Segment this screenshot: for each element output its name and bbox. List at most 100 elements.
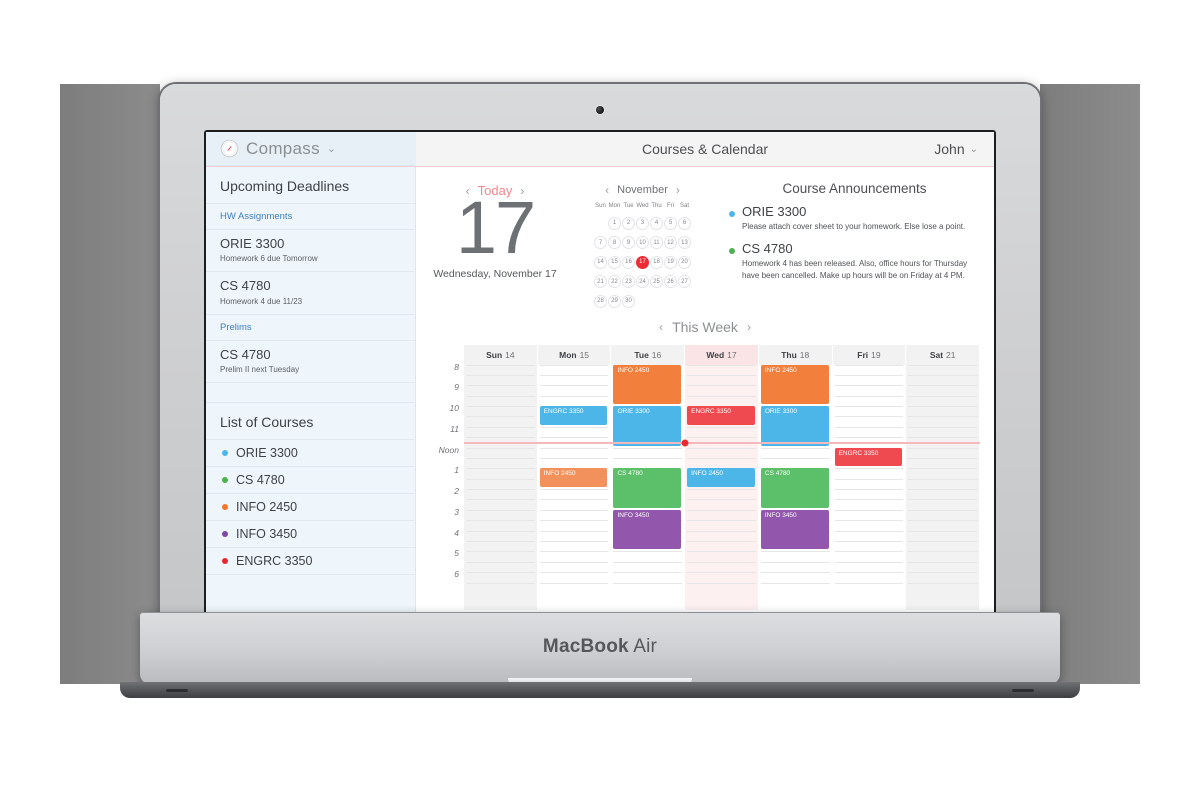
prev-week-button[interactable]: ‹ bbox=[659, 320, 663, 334]
mini-calendar-day[interactable]: 19 bbox=[664, 255, 677, 269]
day-number: 21 bbox=[946, 349, 956, 360]
prelim-item[interactable]: CS 4780 Prelim II next Tuesday bbox=[206, 341, 415, 383]
mini-calendar-day[interactable]: 30 bbox=[622, 294, 635, 308]
app-body: Upcoming Deadlines HW Assignments ORIE 3… bbox=[206, 167, 994, 620]
day-column-wed[interactable]: Wed 17 ENGRC 3350 INFO 2450 bbox=[685, 344, 758, 610]
mini-calendar-day[interactable]: 6 bbox=[678, 216, 691, 230]
mini-calendar-day[interactable]: 11 bbox=[650, 236, 663, 249]
calendar-event[interactable]: ORIE 3300 bbox=[613, 406, 682, 446]
mini-calendar-day[interactable]: 29 bbox=[608, 294, 621, 308]
calendar-event[interactable]: INFO 2450 bbox=[539, 468, 608, 488]
prelims-section-label[interactable]: Prelims bbox=[206, 315, 415, 341]
mini-calendar-day[interactable]: 18 bbox=[650, 255, 663, 269]
mini-calendar-day[interactable]: 16 bbox=[622, 255, 635, 269]
grid-hour-line bbox=[539, 437, 609, 439]
mini-calendar-day[interactable]: 25 bbox=[650, 275, 663, 288]
calendar-event[interactable]: INFO 2450 bbox=[613, 364, 682, 405]
grid-hour-line bbox=[466, 426, 535, 428]
announcement-item[interactable]: ORIE 3300 Please attach cover sheet to yo… bbox=[729, 204, 980, 233]
mini-calendar-day[interactable]: 4 bbox=[650, 216, 663, 230]
calendar-event[interactable]: INFO 2450 bbox=[760, 364, 829, 405]
day-column-sun[interactable]: Sun 14 bbox=[464, 344, 537, 610]
day-column-tue[interactable]: Tue 16 INFO 2450 ORIE 3300 CS 4780 INFO 3450 bbox=[611, 344, 685, 611]
mini-calendar-day[interactable]: 7 bbox=[594, 236, 607, 249]
mini-calendar-day[interactable]: 26 bbox=[664, 275, 677, 288]
calendar-event[interactable]: ORIE 3300 bbox=[760, 406, 829, 446]
day-column-sat[interactable]: Sat 21 bbox=[906, 344, 980, 610]
calendar-event[interactable]: CS 4780 bbox=[760, 468, 829, 508]
mini-calendar-day[interactable]: 13 bbox=[678, 236, 691, 249]
calendar-event[interactable]: ENGRC 3350 bbox=[834, 447, 903, 467]
grid-hour-line bbox=[466, 551, 535, 553]
mini-calendar-day[interactable]: 24 bbox=[636, 275, 649, 288]
sidebar-course-item[interactable]: INFO 3450 bbox=[206, 521, 415, 548]
mini-calendar-day[interactable]: 17 bbox=[636, 255, 649, 269]
mini-calendar-day[interactable]: 1 bbox=[608, 216, 621, 230]
calendar-event[interactable]: CS 4780 bbox=[613, 468, 682, 508]
calendar-event[interactable]: ENGRC 3350 bbox=[539, 406, 608, 425]
week-grid[interactable]: Sun 14 Mon 15 ENGRC 3350 INFO 2450 Tue 16 INFO 2… bbox=[464, 344, 980, 611]
mini-calendar-day[interactable]: 15 bbox=[608, 255, 621, 269]
current-time-line bbox=[464, 442, 980, 445]
sidebar-course-item[interactable]: ENGRC 3350 bbox=[206, 548, 415, 575]
calendar-event[interactable]: INFO 3450 bbox=[760, 509, 829, 550]
mini-calendar-day[interactable]: 22 bbox=[608, 275, 621, 288]
sidebar-divider bbox=[206, 383, 415, 403]
calendar-event[interactable]: INFO 2450 bbox=[687, 468, 755, 488]
grid-hour-line bbox=[834, 572, 904, 574]
mini-calendar-day[interactable]: 21 bbox=[594, 275, 607, 288]
brand-menu[interactable]: Compass ⌄ bbox=[206, 132, 416, 166]
sidebar-course-item[interactable]: INFO 2450 bbox=[206, 494, 415, 521]
mini-calendar-day[interactable]: 9 bbox=[622, 236, 635, 249]
mini-calendar-day[interactable]: 10 bbox=[636, 236, 649, 249]
hw-assignment-item-course: ORIE 3300 bbox=[220, 236, 285, 251]
grid-hour-line bbox=[760, 551, 830, 553]
hw-assignment-item[interactable]: ORIE 3300 Homework 6 due Tomorrow bbox=[206, 230, 415, 273]
user-menu[interactable]: John ⌄ bbox=[934, 141, 978, 157]
mini-calendar-day[interactable]: 5 bbox=[664, 216, 677, 230]
course-list: ORIE 3300 CS 4780 INFO 2450 INFO 3450 ENGRC … bbox=[206, 440, 415, 575]
mini-calendar-day[interactable]: 8 bbox=[608, 236, 621, 249]
hw-assignment-list: ORIE 3300 Homework 6 due Tomorrow CS 4780 H… bbox=[206, 230, 415, 315]
next-week-button[interactable]: › bbox=[747, 320, 751, 334]
calendar-event-title: ORIE 3300 bbox=[764, 408, 798, 416]
mini-calendar-day[interactable]: 2 bbox=[622, 216, 635, 230]
day-column-mon[interactable]: Mon 15 ENGRC 3350 INFO 2450 bbox=[537, 344, 611, 611]
course-color-dot bbox=[222, 557, 228, 564]
sidebar-course-item[interactable]: CS 4780 bbox=[206, 467, 415, 494]
announcement-item[interactable]: CS 4780 Homework 4 has been released. Als… bbox=[729, 241, 980, 281]
grid-hour-line bbox=[466, 416, 535, 418]
grid-hour-line bbox=[539, 489, 609, 491]
announcement-course: ORIE 3300 bbox=[742, 204, 807, 219]
mini-calendar-weekday: Fri bbox=[667, 203, 674, 209]
sidebar-course-item[interactable]: ORIE 3300 bbox=[206, 440, 415, 467]
grid-hour-line bbox=[539, 509, 609, 511]
day-column-fri[interactable]: Fri 19 ENGRC 3350 bbox=[832, 344, 906, 611]
time-label: 9 bbox=[454, 382, 459, 393]
mini-calendar-blank bbox=[650, 289, 663, 302]
mini-calendar-day[interactable]: 3 bbox=[636, 216, 649, 230]
grid-hour-line bbox=[834, 437, 904, 439]
mini-calendar-day[interactable]: 12 bbox=[664, 236, 677, 249]
calendar-event[interactable]: INFO 3450 bbox=[613, 509, 682, 550]
mini-calendar-weekday: Tue bbox=[623, 203, 634, 209]
mini-calendar-day[interactable]: 28 bbox=[594, 294, 607, 308]
hw-assignments-section-label[interactable]: HW Assignments bbox=[206, 204, 415, 230]
mini-calendar-day[interactable]: 20 bbox=[678, 255, 691, 269]
mini-calendar-day[interactable]: 23 bbox=[622, 275, 635, 288]
next-month-button[interactable]: › bbox=[676, 183, 680, 197]
hw-assignment-item[interactable]: CS 4780 Homework 4 due 11/23 bbox=[206, 272, 415, 315]
calendar-event[interactable]: ENGRC 3350 bbox=[687, 406, 755, 425]
day-header: Fri 19 bbox=[832, 344, 906, 365]
week-label[interactable]: This Week bbox=[672, 319, 738, 335]
prev-month-button[interactable]: ‹ bbox=[605, 183, 609, 197]
grid-hour-line bbox=[687, 385, 756, 387]
grid-hour-line bbox=[908, 364, 978, 366]
mini-calendar-day[interactable]: 27 bbox=[678, 275, 691, 288]
user-name: John bbox=[934, 141, 965, 157]
course-announcements-title: Course Announcements bbox=[782, 181, 927, 196]
day-column-thu[interactable]: Thu 18 INFO 2450 ORIE 3300 CS 4780 INFO 3450 bbox=[758, 344, 832, 611]
mini-calendar-weekday: Sat bbox=[679, 203, 689, 209]
time-label: 4 bbox=[454, 527, 459, 538]
mini-calendar-day[interactable]: 14 bbox=[594, 255, 607, 269]
